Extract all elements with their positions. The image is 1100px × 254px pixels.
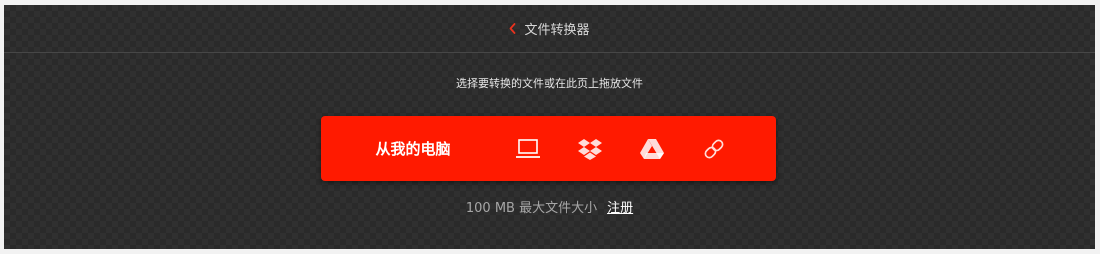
chevron-left-icon[interactable] <box>509 23 516 34</box>
header-bar: 文件转换器 <box>4 5 1095 53</box>
link-icon[interactable] <box>683 116 745 181</box>
upload-bar: 从我的电脑 <box>321 116 776 181</box>
back-link[interactable]: 文件转换器 <box>509 19 590 38</box>
upload-instructions: 选择要转换的文件或在此页上拖放文件 <box>456 77 643 90</box>
laptop-icon[interactable] <box>497 116 559 181</box>
dropbox-icon[interactable] <box>559 116 621 181</box>
google-drive-icon[interactable] <box>621 116 683 181</box>
page-title: 文件转换器 <box>524 23 590 38</box>
signup-link[interactable]: 注册 <box>607 201 633 216</box>
converter-panel: 文件转换器 选择要转换的文件或在此页上拖放文件 从我的电脑 100 MB 最大文… <box>4 5 1095 249</box>
upload-footer: 100 MB 最大文件大小 注册 <box>4 197 1095 216</box>
max-file-size-text: 100 MB 最大文件大小 <box>465 201 598 216</box>
from-computer-button[interactable]: 从我的电脑 <box>321 116 497 181</box>
